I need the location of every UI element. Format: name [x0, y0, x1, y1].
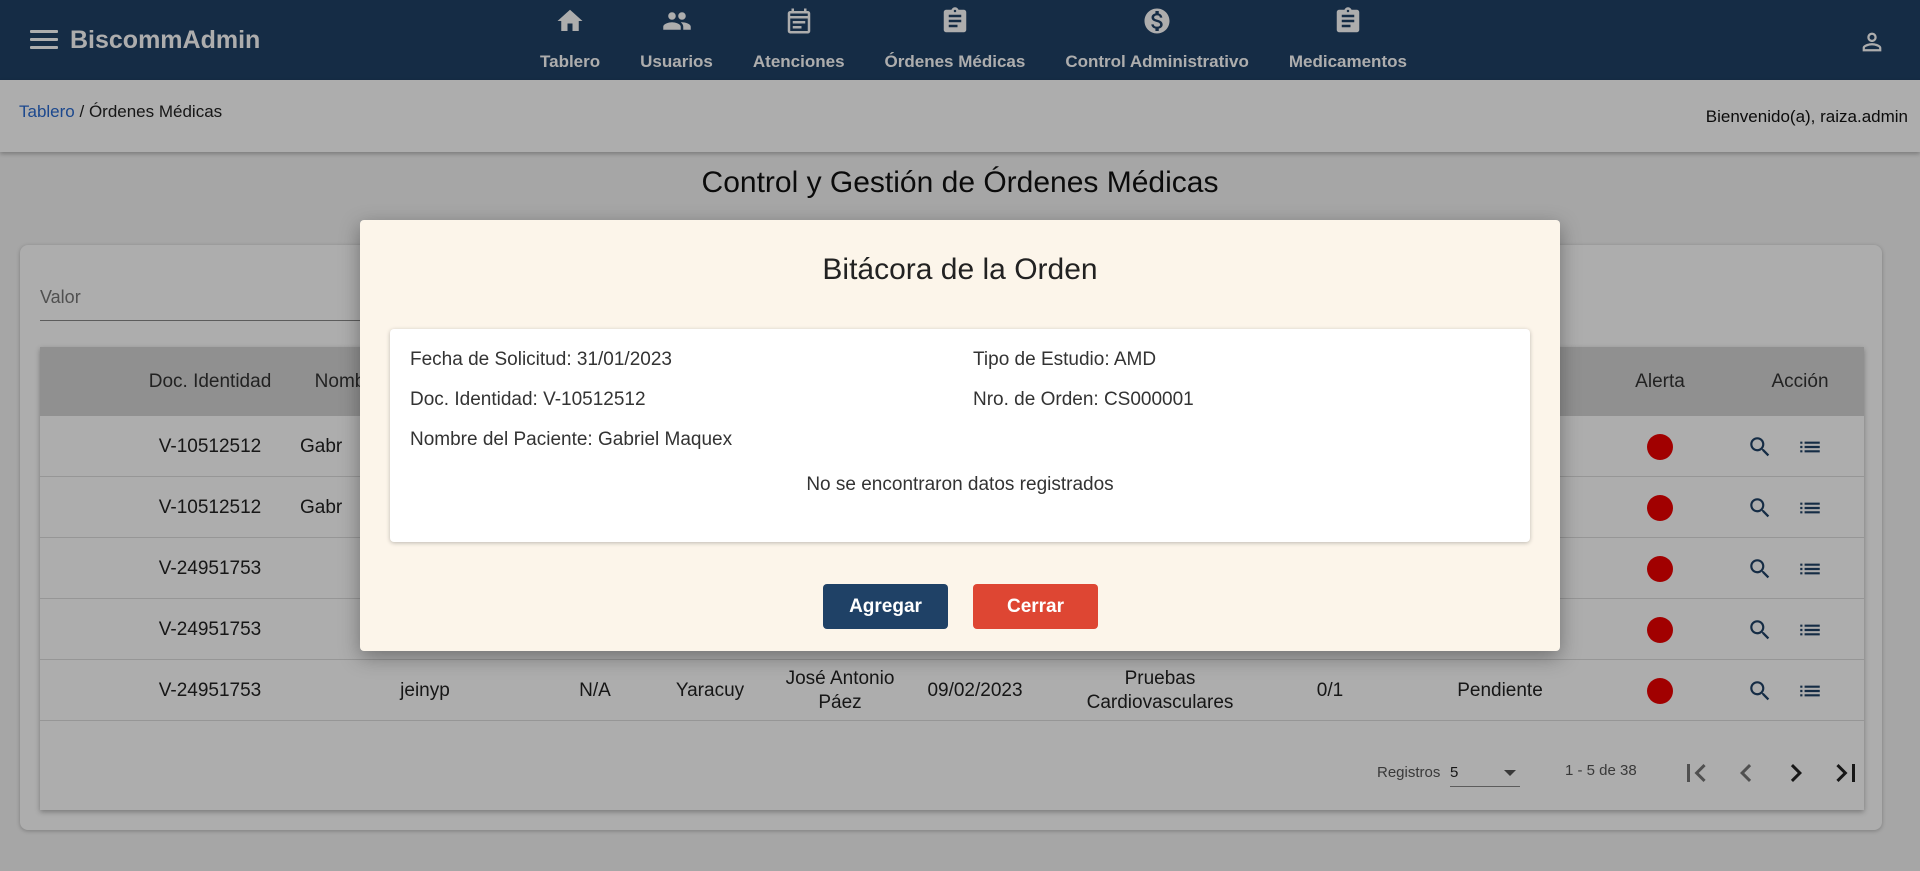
tipo-estudio: Tipo de Estudio: AMD	[973, 349, 1157, 370]
doc-identidad: Doc. Identidad: V-10512512	[410, 389, 646, 410]
nro-orden: Nro. de Orden: CS000001	[973, 389, 1194, 410]
empty-message: No se encontraron datos registrados	[806, 474, 1114, 495]
nombre-paciente: Nombre del Paciente: Gabriel Maquex	[410, 429, 733, 450]
close-button[interactable]: Cerrar	[973, 584, 1098, 629]
order-info-panel: Fecha de Solicitud: 31/01/2023 Tipo de E…	[390, 329, 1530, 542]
order-log-dialog: Bitácora de la Orden Fecha de Solicitud:…	[360, 220, 1560, 651]
fecha-solicitud: Fecha de Solicitud: 31/01/2023	[410, 349, 672, 370]
dialog-title: Bitácora de la Orden	[822, 253, 1098, 286]
add-button[interactable]: Agregar	[823, 584, 948, 629]
